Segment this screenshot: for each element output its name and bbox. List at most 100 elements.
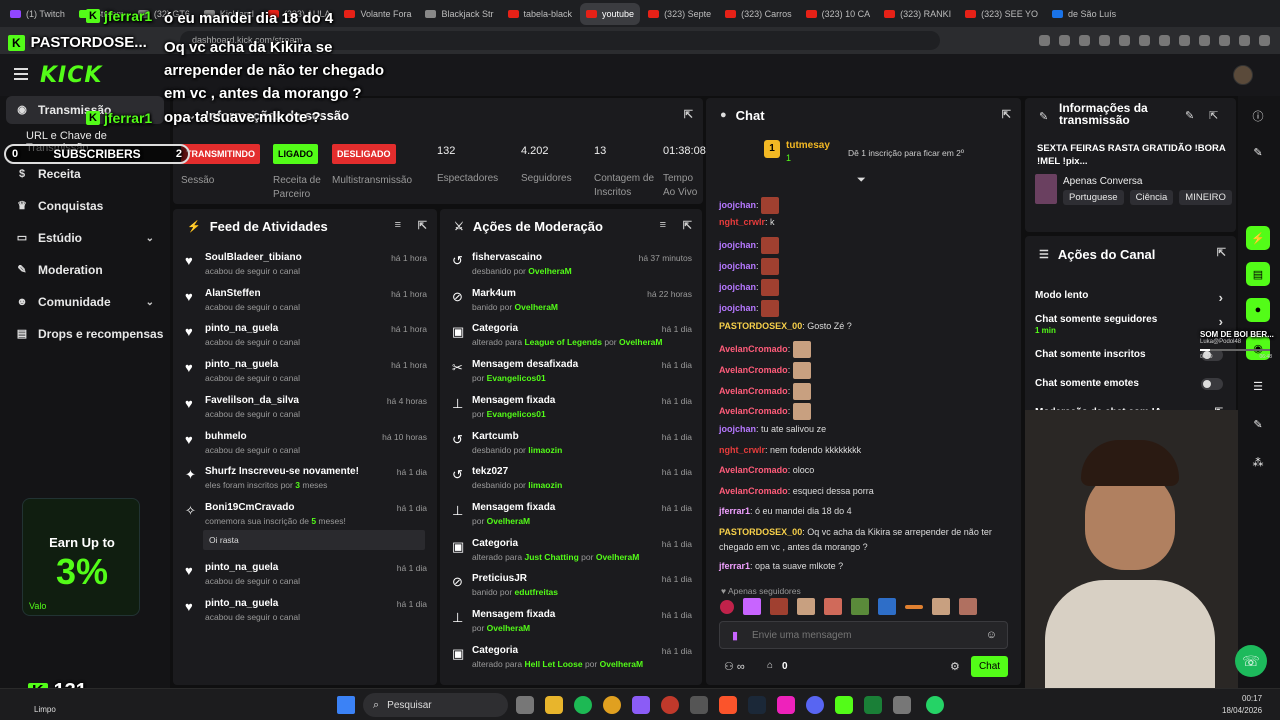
chat-username[interactable]: joojchan — [719, 303, 756, 313]
browser-tab[interactable]: Volante Fora — [338, 3, 417, 25]
avatar[interactable] — [1233, 65, 1253, 85]
channel-action-item[interactable]: Chat somente emotes — [1035, 378, 1225, 390]
browser-tab[interactable]: (323) 10 CA — [800, 3, 877, 25]
extension-icon[interactable] — [1079, 35, 1090, 46]
sidebar-item-receita[interactable]: $ Receita — [6, 160, 164, 188]
info-icon[interactable]: ⓘ — [1246, 104, 1270, 128]
extension-icon[interactable] — [1139, 35, 1150, 46]
chat-message[interactable]: nght_crwlr: k — [719, 217, 775, 227]
extension-icon[interactable] — [1119, 35, 1130, 46]
emote[interactable] — [959, 598, 977, 615]
popout-icon[interactable]: ⇱ — [683, 219, 692, 232]
emote[interactable] — [851, 598, 869, 615]
collapse-icon[interactable]: ⏷ — [857, 174, 866, 187]
feed-item[interactable]: ♥ AlanSteffen há 1 hora acabou de seguir o … — [173, 285, 437, 321]
channel-action-item[interactable]: Chat somente inscritos — [1035, 349, 1225, 361]
chat-username[interactable]: nght_crwlr — [719, 217, 765, 227]
sidebar-item-moderation[interactable]: ✎ Moderation — [6, 256, 164, 284]
moderation-item[interactable]: ⊘ PreticiusJR há 1 dia banido por edutfreit… — [440, 570, 702, 606]
browser-tab[interactable]: (323) RANKI — [878, 3, 957, 25]
chat-message[interactable]: joojchan: — [719, 300, 780, 317]
sidebar-item-comunidade[interactable]: ☻ Comunidade ⌄ — [6, 288, 164, 316]
extension-icon[interactable] — [1099, 35, 1110, 46]
chat-input-box[interactable]: ▮ ☺ — [719, 621, 1008, 649]
lightning-icon[interactable]: ⚡ — [1246, 226, 1270, 250]
browser-tab[interactable]: Blackjack Str — [419, 3, 499, 25]
browser-tab[interactable]: (1) Twitch — [4, 3, 71, 25]
chat-username[interactable]: AvelanCromado — [719, 406, 788, 416]
app-icon[interactable] — [632, 696, 650, 714]
popout-icon[interactable]: ⇱ — [1002, 108, 1011, 121]
browser-tab[interactable]: youtube — [580, 2, 641, 25]
whatsapp-icon[interactable] — [926, 696, 944, 714]
chat-username[interactable]: nght_crwlr — [719, 445, 765, 455]
chat-message[interactable]: AvelanCromado: — [719, 383, 811, 400]
brave-icon[interactable] — [719, 696, 737, 714]
folder-icon[interactable] — [545, 696, 563, 714]
emote[interactable] — [720, 599, 734, 614]
chat-username[interactable]: joojchan — [719, 282, 756, 292]
tag[interactable]: Portuguese — [1063, 190, 1124, 205]
taskbar-search[interactable]: ⌕ Pesquisar — [363, 693, 508, 717]
feed-item[interactable]: ♥ pinto_na_guela há 1 hora acabou de seguir… — [173, 320, 437, 356]
extension-icon[interactable] — [1219, 35, 1230, 46]
emote[interactable] — [878, 598, 896, 615]
app-icon[interactable] — [777, 696, 795, 714]
chat-message[interactable]: chegado em vc , antes da morango ? — [719, 542, 868, 552]
chat-username[interactable]: AvelanCromado — [719, 486, 788, 496]
server-icon[interactable]: ☰ — [1246, 374, 1270, 398]
chat-message[interactable]: AvelanCromado: oloco — [719, 465, 814, 475]
chevron-right-icon[interactable]: › — [1219, 314, 1223, 329]
feed-item[interactable]: ✦ Shurfz Inscreveu-se novamente! há 1 dia e… — [173, 463, 437, 499]
support-icon[interactable]: ☏ — [1235, 645, 1267, 677]
filter-icon[interactable]: ≡ — [660, 219, 666, 231]
emote[interactable] — [743, 598, 761, 615]
moderation-item[interactable]: ✂ Mensagem desafixada há 1 dia por Evangeli… — [440, 356, 702, 392]
microphone-icon[interactable]: ▮ — [732, 629, 738, 642]
more-icon[interactable]: ⁂ — [1246, 450, 1270, 474]
feed-item[interactable]: ✧ Boni19CmCravado há 1 dia comemora sua ins… — [173, 499, 437, 557]
discord-icon[interactable] — [806, 696, 824, 714]
toggle-switch[interactable] — [1201, 378, 1223, 390]
browser-tab[interactable]: tabela-black — [502, 3, 579, 25]
browser-tab[interactable]: (323) Septe — [642, 3, 717, 25]
extension-icon[interactable] — [1159, 35, 1170, 46]
chat-username[interactable]: AvelanCromado — [719, 365, 788, 375]
chat-message[interactable]: joojchan: — [719, 197, 780, 214]
chat-message[interactable]: jferrar1: opa ta suave mlkote ? — [719, 561, 843, 571]
emote[interactable] — [797, 598, 815, 615]
chat-message[interactable]: joojchan: — [719, 258, 780, 275]
menu-icon[interactable] — [14, 68, 28, 70]
chat-message[interactable]: AvelanCromado: — [719, 362, 811, 379]
filter-icon[interactable]: ≡ — [395, 219, 401, 231]
chrome-icon[interactable] — [603, 696, 621, 714]
channel-action-item[interactable]: Chat somente seguidores 1 min › — [1035, 314, 1225, 335]
moderation-item[interactable]: ⊥ Mensagem fixada há 1 dia por OvelheraM — [440, 499, 702, 535]
app-icon[interactable] — [893, 696, 911, 714]
extension-icon[interactable] — [1199, 35, 1210, 46]
chat-send-button[interactable]: Chat — [971, 656, 1008, 677]
emote[interactable] — [905, 604, 923, 609]
chat-username[interactable]: joojchan — [719, 424, 756, 434]
chat-icon[interactable]: ● — [1246, 298, 1270, 322]
feed-item[interactable]: ♥ pinto_na_guela há 1 hora acabou de seguir… — [173, 356, 437, 392]
feed-item[interactable]: ♥ SoulBladeer_tibiano há 1 hora acabou de s… — [173, 249, 437, 285]
opera-icon[interactable] — [661, 696, 679, 714]
promo-qr-card[interactable]: Earn Up to 3% Valo — [22, 498, 140, 616]
feed-item[interactable]: ♥ Favelilson_da_silva há 4 horas acabou de … — [173, 392, 437, 428]
sidebar-item-drops[interactable]: ▤ Drops e recompensas — [6, 320, 164, 348]
moderation-item[interactable]: ⊥ Mensagem fixada há 1 dia por OvelheraM — [440, 606, 702, 642]
chat-message[interactable]: joojchan: — [719, 237, 780, 254]
chat-username[interactable]: AvelanCromado — [719, 344, 788, 354]
popout-icon[interactable]: ⇱ — [1217, 246, 1226, 259]
chat-username[interactable]: jferrar1 — [719, 506, 750, 516]
gear-icon[interactable]: ⚙ — [950, 660, 960, 673]
feed-item[interactable]: ♥ buhmelo há 10 horas acabou de seguir o ca… — [173, 428, 437, 464]
emoji-icon[interactable]: ☺ — [986, 629, 997, 641]
chat-message[interactable]: nght_crwlr: nem fodendo kkkkkkkk — [719, 445, 861, 455]
document-icon[interactable]: ▤ — [1246, 262, 1270, 286]
popout-icon[interactable]: ⇱ — [1209, 109, 1218, 122]
tag[interactable]: Ciência — [1129, 190, 1174, 205]
gift-icon[interactable]: ⌂ — [767, 660, 773, 671]
emote[interactable] — [770, 598, 788, 615]
